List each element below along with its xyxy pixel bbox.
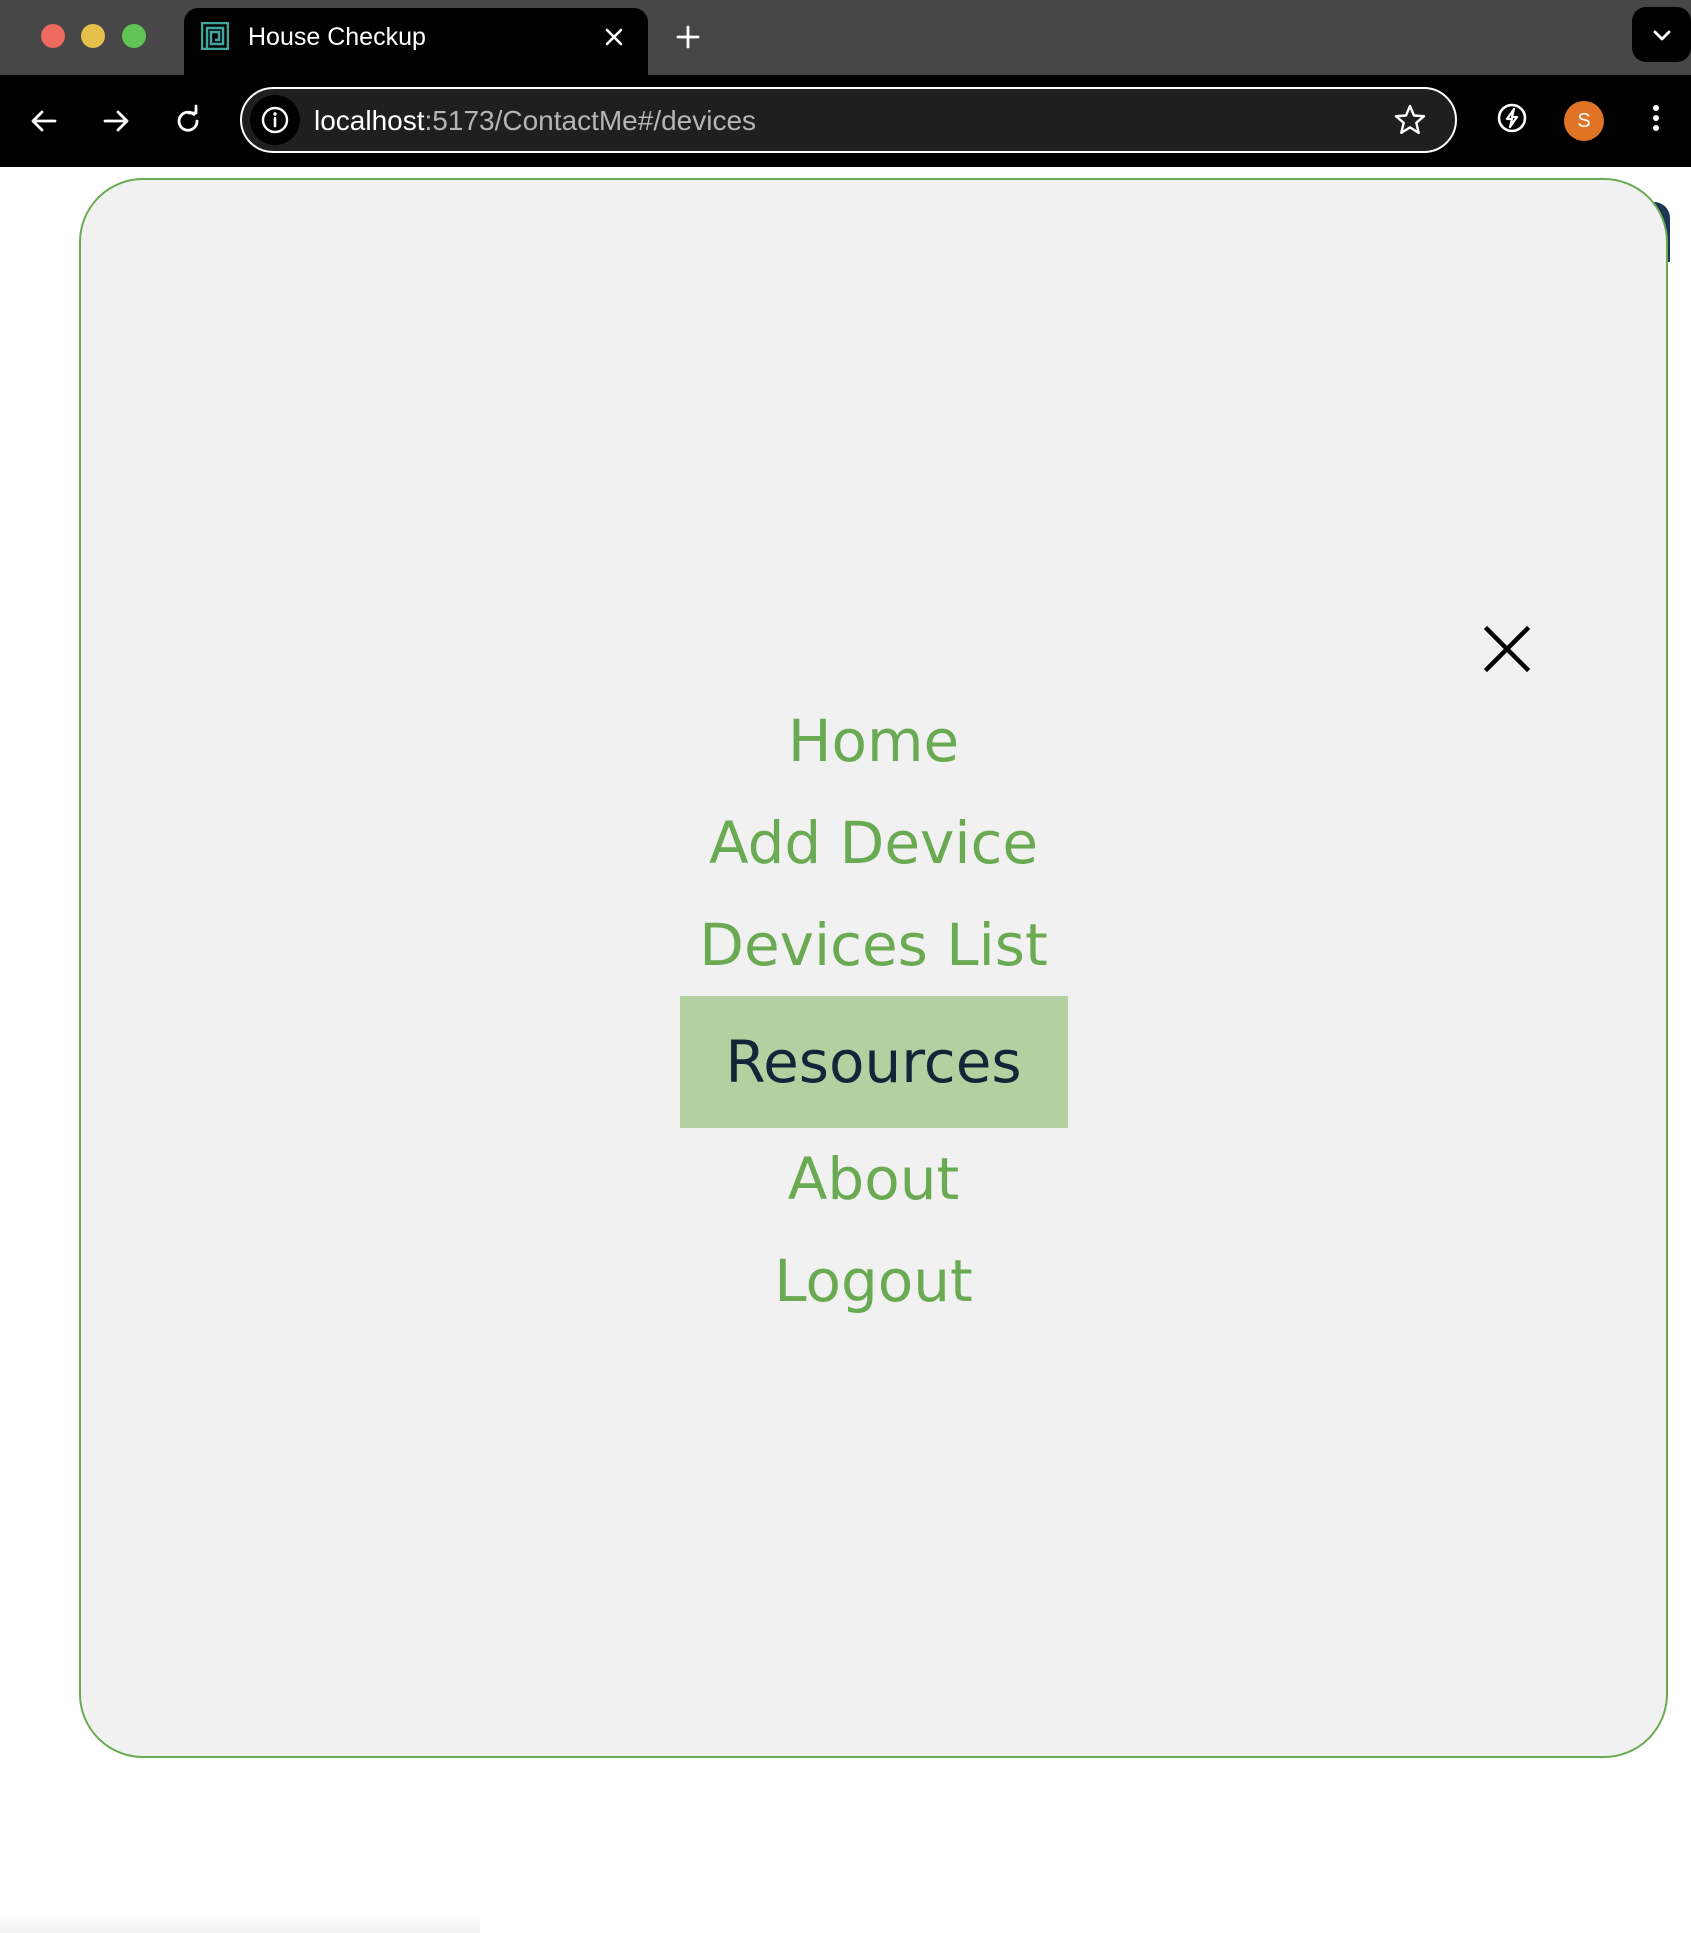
bottom-edge-shadow bbox=[0, 1914, 480, 1933]
tab-close-icon[interactable] bbox=[600, 23, 628, 51]
browser-tab-active[interactable]: House Checkup bbox=[184, 8, 648, 75]
tab-search-button[interactable] bbox=[1632, 7, 1691, 62]
url-text: localhost:5173/ContactMe#/devices bbox=[314, 104, 756, 138]
new-tab-plus-icon[interactable] bbox=[672, 21, 704, 53]
profile-avatar[interactable]: S bbox=[1564, 101, 1604, 141]
nav-item-home[interactable]: Home bbox=[728, 690, 1019, 792]
close-icon[interactable] bbox=[1482, 624, 1532, 674]
window-close-button[interactable] bbox=[41, 24, 65, 48]
address-bar[interactable]: localhost:5173/ContactMe#/devices bbox=[240, 87, 1457, 153]
url-host: localhost bbox=[314, 105, 425, 136]
maze-favicon-icon bbox=[200, 21, 230, 51]
forward-arrow-icon[interactable] bbox=[98, 103, 134, 139]
window-maximize-button[interactable] bbox=[122, 24, 146, 48]
nav-item-resources[interactable]: Resources bbox=[679, 996, 1068, 1128]
nav-item-add-device[interactable]: Add Device bbox=[649, 792, 1098, 894]
bookmark-star-icon[interactable] bbox=[1392, 102, 1428, 138]
nav-item-devices-list[interactable]: Devices List bbox=[639, 894, 1107, 996]
site-info-icon[interactable] bbox=[250, 95, 300, 145]
browser-toolbar: localhost:5173/ContactMe#/devices bbox=[0, 75, 1691, 167]
back-arrow-icon[interactable] bbox=[26, 103, 62, 139]
nav-item-logout[interactable]: Logout bbox=[714, 1230, 1033, 1332]
tab-title: House Checkup bbox=[248, 23, 426, 51]
nav-item-about[interactable]: About bbox=[728, 1128, 1019, 1230]
reload-icon[interactable] bbox=[170, 103, 206, 139]
extension-bolt-icon[interactable] bbox=[1494, 100, 1530, 136]
page-viewport: Home Add Device Devices List Resources A… bbox=[0, 167, 1691, 1933]
window-minimize-button[interactable] bbox=[81, 24, 105, 48]
nav-menu-list: Home Add Device Devices List Resources A… bbox=[81, 690, 1666, 1332]
nav-menu-overlay: Home Add Device Devices List Resources A… bbox=[79, 178, 1668, 1758]
more-menu-icon[interactable] bbox=[1644, 100, 1668, 136]
browser-tab-strip: House Checkup bbox=[0, 0, 1691, 75]
chevron-down-icon bbox=[1653, 30, 1671, 41]
url-path: :5173/ContactMe#/devices bbox=[424, 105, 757, 136]
